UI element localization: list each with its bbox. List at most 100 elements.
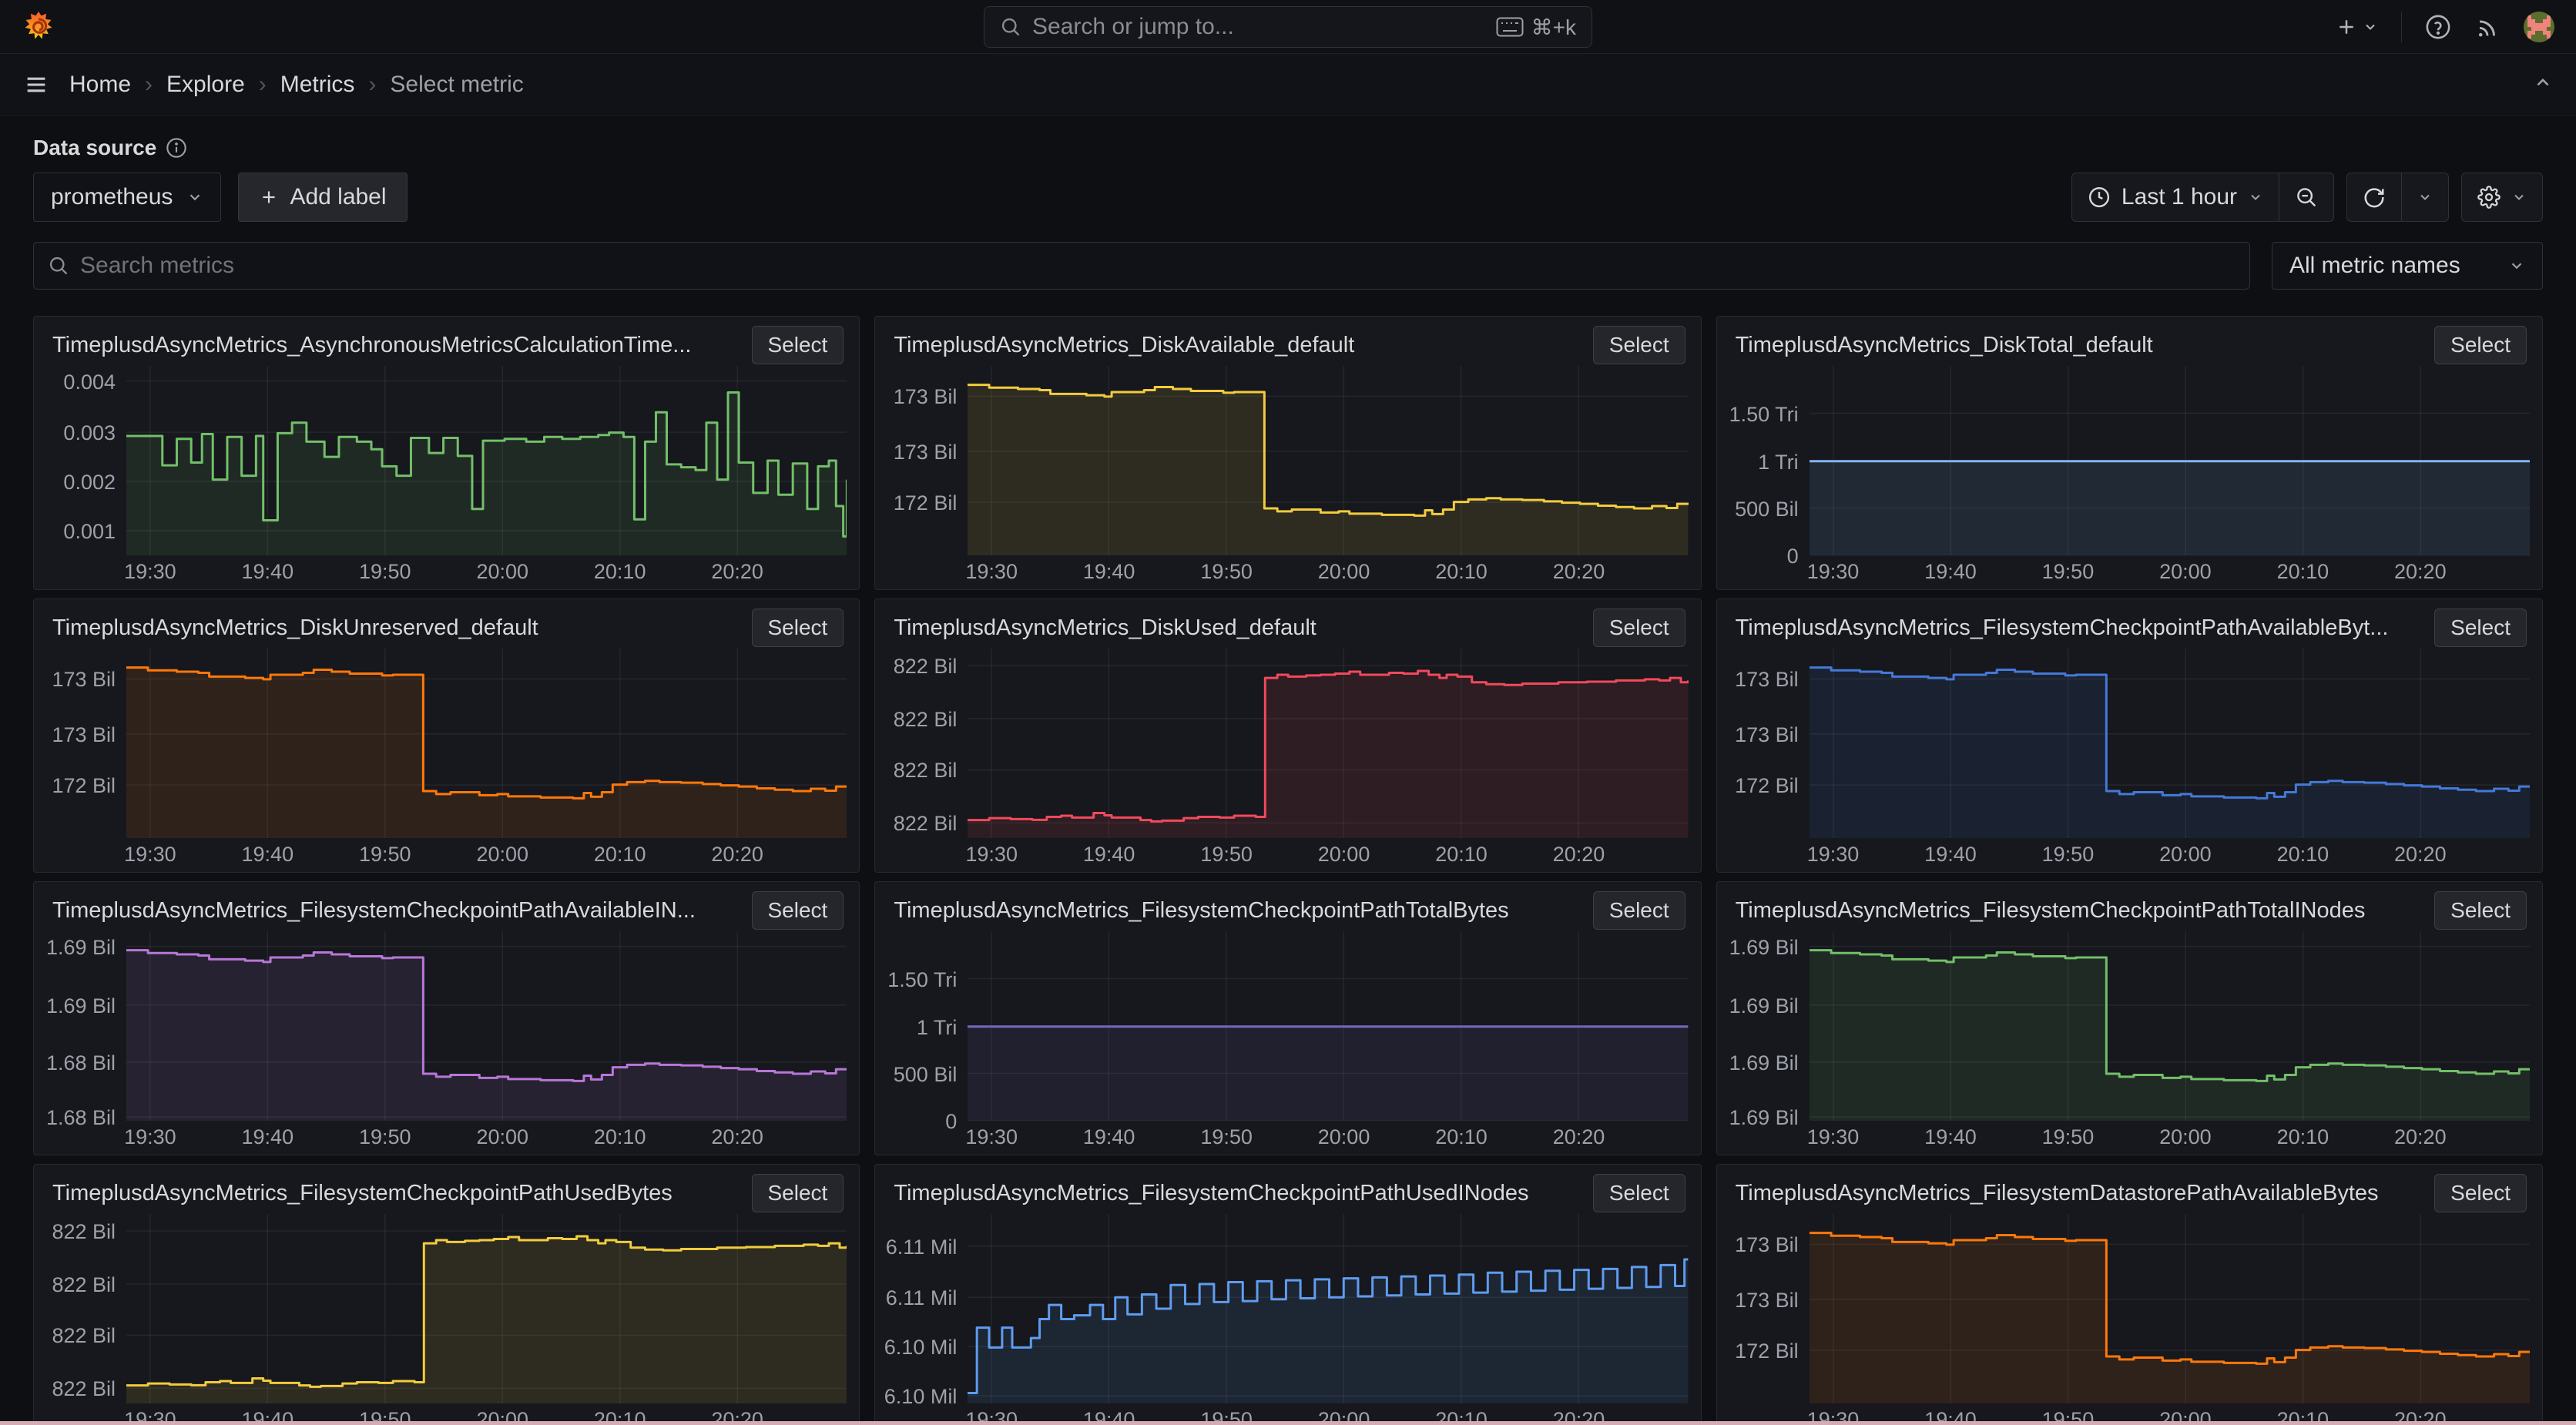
breadcrumb-item-explore[interactable]: Explore <box>166 72 245 98</box>
metric-panel: TimeplusdAsyncMetrics_DiskUnreserved_def… <box>33 598 860 873</box>
x-axis-tick-label: 20:20 <box>2394 843 2447 866</box>
y-axis-tick-label: 1.69 Bil <box>1729 1051 1799 1075</box>
select-button[interactable]: Select <box>2434 326 2527 364</box>
chevron-down-icon <box>2251 194 2260 200</box>
select-button[interactable]: Select <box>2434 609 2527 647</box>
add-new-button[interactable] <box>2335 15 2378 39</box>
chart-area: 1.69 Bil 1.69 Bil 1.69 Bil 1.69 Bil <box>1717 931 2542 1129</box>
y-axis-tick-label: 1.69 Bil <box>1729 1106 1799 1130</box>
metric-names-filter[interactable]: All metric names <box>2272 242 2543 290</box>
panel-header: TimeplusdAsyncMetrics_FilesystemCheckpoi… <box>875 1165 1700 1214</box>
y-axis-tick-label: 172 Bil <box>52 774 116 798</box>
y-axis-tick-label: 500 Bil <box>893 1062 958 1086</box>
y-axis-tick-label: 173 Bil <box>893 385 958 409</box>
y-axis-tick-label: 822 Bil <box>893 655 958 679</box>
time-series-chart <box>1809 649 2530 838</box>
avatar-image <box>2524 11 2554 42</box>
x-axis-tick-label: 20:10 <box>593 560 646 583</box>
chart-area: 173 Bil 173 Bil 172 Bil <box>1717 1214 2542 1403</box>
select-button[interactable]: Select <box>1592 326 1685 364</box>
select-button[interactable]: Select <box>1592 609 1685 647</box>
clock-icon <box>2088 186 2109 208</box>
chart-area: 1.69 Bil 1.69 Bil 1.68 Bil 1.68 Bil <box>34 931 859 1129</box>
panel-title: TimeplusdAsyncMetrics_FilesystemCheckpoi… <box>1735 615 2389 640</box>
menu-toggle-button[interactable] <box>23 72 49 98</box>
help-button[interactable] <box>2425 14 2451 40</box>
y-axis-tick-label: 6.11 Mil <box>885 1286 958 1310</box>
breadcrumb-item-home[interactable]: Home <box>69 72 131 98</box>
x-axis-tick-label: 19:30 <box>965 843 1018 866</box>
news-button[interactable] <box>2474 14 2501 40</box>
settings-button[interactable] <box>2462 173 2542 221</box>
x-axis-tick-label: 20:20 <box>711 1125 763 1148</box>
x-axis-tick-label: 20:10 <box>593 1125 646 1148</box>
x-axis-labels: 19:30 19:40 19:50 20:00 20:10 20:20 <box>1807 838 2530 872</box>
metrics-search-input[interactable]: Search metrics <box>33 242 2250 290</box>
select-button[interactable]: Select <box>751 1174 844 1212</box>
x-axis-tick-label: 20:10 <box>2276 1125 2329 1148</box>
panel-header: TimeplusdAsyncMetrics_DiskUnreserved_def… <box>34 599 859 649</box>
grafana-logo[interactable] <box>22 10 55 44</box>
time-series-chart <box>968 1214 1689 1403</box>
data-source-picker[interactable]: prometheus <box>33 173 222 222</box>
collapse-toolbar-button[interactable] <box>2533 72 2553 96</box>
x-axis-tick-label: 19:50 <box>358 843 411 866</box>
y-axis-tick-label: 173 Bil <box>1735 723 1799 746</box>
zoom-out-button[interactable] <box>2279 173 2333 221</box>
y-axis-tick-label: 822 Bil <box>52 1220 116 1244</box>
panel-header: TimeplusdAsyncMetrics_DiskAvailable_defa… <box>875 317 1700 366</box>
select-button[interactable]: Select <box>2434 891 2527 930</box>
search-icon <box>1001 18 1020 36</box>
x-axis-tick-label: 20:20 <box>711 560 763 583</box>
chart-area: 6.11 Mil 6.11 Mil 6.10 Mil 6.10 Mil <box>875 1214 1700 1408</box>
x-axis-labels: 19:30 19:40 19:50 20:00 20:10 20:20 <box>1807 1121 2530 1155</box>
refresh-interval-dropdown[interactable] <box>2401 173 2448 221</box>
metric-panel: TimeplusdAsyncMetrics_DiskTotal_default S… <box>1716 316 2543 590</box>
time-series-chart <box>968 931 1689 1121</box>
y-axis-tick-label: 822 Bil <box>52 1377 116 1401</box>
y-axis-tick-label: 1 Tri <box>1758 450 1799 474</box>
select-button[interactable]: Select <box>751 609 844 647</box>
x-axis-tick-label: 19:50 <box>2041 843 2095 866</box>
y-axis-labels: 1.69 Bil 1.69 Bil 1.69 Bil 1.69 Bil <box>1717 931 1810 1129</box>
y-axis-tick-label: 6.10 Mil <box>884 1385 958 1409</box>
y-axis-tick-label: 1.68 Bil <box>45 1051 116 1075</box>
breadcrumb-separator: › <box>258 71 267 97</box>
select-button[interactable]: Select <box>2434 1174 2527 1212</box>
y-axis-tick-label: 6.11 Mil <box>885 1235 958 1259</box>
y-axis-labels: 6.11 Mil 6.11 Mil 6.10 Mil 6.10 Mil <box>875 1214 968 1408</box>
top-search-bar[interactable]: Search or jump to... ⌘+k <box>984 6 1592 48</box>
time-series-chart <box>968 649 1689 838</box>
select-button[interactable]: Select <box>751 891 844 930</box>
y-axis-labels: 0.004 0.003 0.002 0.001 <box>34 366 126 555</box>
select-button[interactable]: Select <box>751 326 844 364</box>
select-button[interactable]: Select <box>1592 891 1685 930</box>
x-axis-labels: 19:30 19:40 19:50 20:00 20:10 20:20 <box>965 838 1688 872</box>
x-axis-tick-label: 19:50 <box>358 560 411 583</box>
x-axis-tick-label: 20:10 <box>1435 560 1488 583</box>
y-axis-tick-label: 172 Bil <box>1735 774 1799 798</box>
settings-group <box>2461 173 2543 222</box>
chart-area: 1.50 Tri 1 Tri 500 Bil 0 <box>1717 366 2542 568</box>
x-axis-tick-label: 20:20 <box>2394 560 2447 583</box>
info-icon[interactable] <box>166 137 187 159</box>
add-label-button[interactable]: Add label <box>238 173 408 222</box>
chart-area: 173 Bil 173 Bil 172 Bil <box>34 649 859 838</box>
x-axis-tick-label: 20:20 <box>1552 843 1605 866</box>
panel-title: TimeplusdAsyncMetrics_FilesystemCheckpoi… <box>1735 897 2366 923</box>
metric-panel: TimeplusdAsyncMetrics_FilesystemCheckpoi… <box>33 881 860 1155</box>
metric-panel: TimeplusdAsyncMetrics_FilesystemDatastor… <box>1716 1164 2543 1425</box>
select-button[interactable]: Select <box>1592 1174 1685 1212</box>
hamburger-icon <box>27 77 45 92</box>
x-axis-tick-label: 19:30 <box>965 1125 1018 1148</box>
panel-title: TimeplusdAsyncMetrics_DiskTotal_default <box>1735 332 2153 357</box>
refresh-button[interactable] <box>2347 173 2401 221</box>
x-axis-tick-label: 19:40 <box>1082 1125 1135 1148</box>
breadcrumb-item-metrics[interactable]: Metrics <box>280 72 355 98</box>
time-range-picker[interactable]: Last 1 hour <box>2072 173 2279 221</box>
x-axis-tick-label: 20:10 <box>593 843 646 866</box>
x-axis-tick-label: 19:40 <box>241 560 294 583</box>
time-picker-group: Last 1 hour <box>2071 173 2334 222</box>
avatar[interactable] <box>2524 11 2554 42</box>
chart-area: 173 Bil 173 Bil 172 Bil <box>1717 649 2542 838</box>
